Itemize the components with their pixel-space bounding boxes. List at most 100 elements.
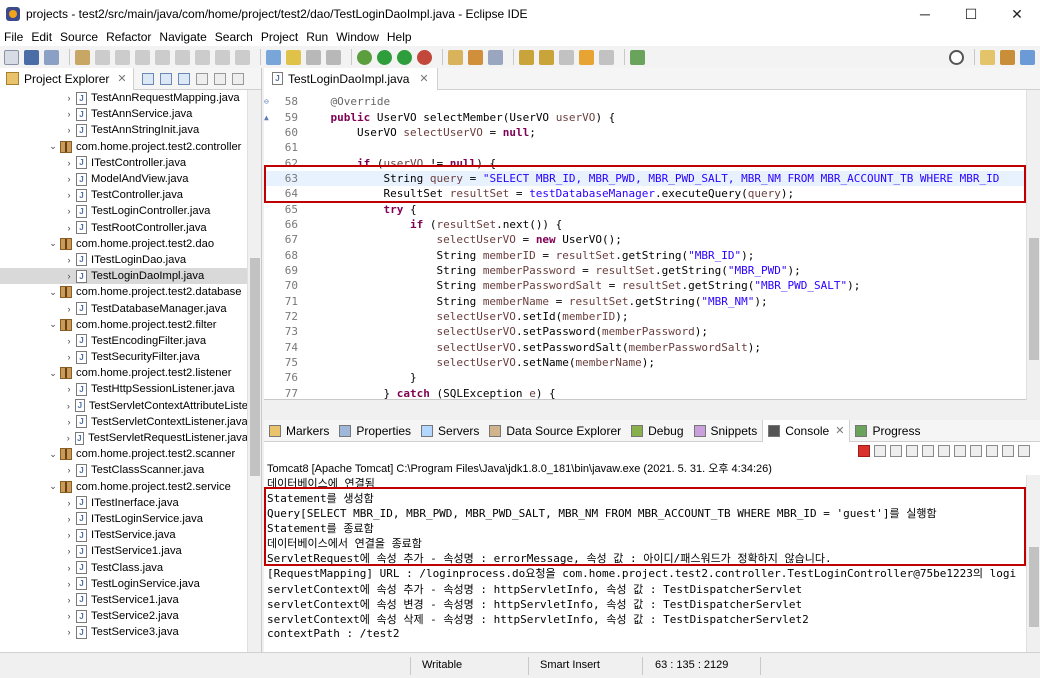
close-icon[interactable]: ✕ — [117, 72, 126, 85]
menu-refactor[interactable]: Refactor — [102, 30, 155, 44]
terminate-icon[interactable] — [858, 445, 870, 457]
collapse-arrow-icon[interactable]: ⌄ — [48, 287, 58, 298]
menu-window[interactable]: Window — [332, 30, 383, 44]
tree-file-item[interactable]: › J TestAnnService.java — [0, 106, 248, 122]
expand-arrow-icon[interactable]: › — [64, 109, 74, 119]
expand-arrow-icon[interactable]: › — [64, 579, 74, 589]
forward-icon[interactable] — [599, 49, 614, 65]
minimize-view-icon[interactable] — [213, 72, 226, 85]
tree-file-item[interactable]: › J TestLoginController.java — [0, 203, 248, 219]
tree-file-item[interactable]: › J ITestService1.java — [0, 543, 248, 559]
back-icon[interactable] — [579, 49, 594, 65]
tree-file-item[interactable]: › J TestRootController.java — [0, 220, 248, 236]
open-perspective-icon[interactable] — [980, 49, 995, 65]
tree-file-item[interactable]: › J TestServletContextAttributeListe — [0, 398, 248, 414]
expand-arrow-icon[interactable]: › — [64, 417, 74, 427]
tree-file-item[interactable]: › J ModelAndView.java — [0, 171, 248, 187]
tree-package-item[interactable]: ⌄ com.home.project.test2.filter — [0, 317, 248, 333]
save-all-icon[interactable] — [44, 49, 59, 65]
show-on-output-icon[interactable] — [954, 445, 966, 457]
code-line[interactable]: 61 — [264, 140, 1026, 155]
menu-search[interactable]: Search — [211, 30, 257, 44]
expand-arrow-icon[interactable]: › — [64, 336, 74, 346]
tab-debug[interactable]: Debug — [626, 420, 688, 442]
code-line[interactable]: 76 } — [264, 370, 1026, 385]
tab-markers[interactable]: Markers — [264, 420, 334, 442]
block-selection-icon[interactable] — [306, 49, 321, 65]
expand-arrow-icon[interactable]: › — [64, 206, 74, 216]
code-line[interactable]: 75 selectUserVO.setName(memberName); — [264, 355, 1026, 370]
tree-file-item[interactable]: › J TestAnnRequestMapping.java — [0, 90, 248, 106]
collapse-arrow-icon[interactable]: ⌄ — [48, 449, 58, 460]
collapse-arrow-icon[interactable]: ⌄ — [48, 481, 58, 492]
tree-package-item[interactable]: ⌄ com.home.project.test2.database — [0, 284, 248, 300]
menu-run[interactable]: Run — [302, 30, 332, 44]
tree-file-item[interactable]: › J ITestService.java — [0, 527, 248, 543]
expand-arrow-icon[interactable]: › — [64, 255, 74, 265]
tree-file-item[interactable]: › J TestLoginDaoImpl.java — [0, 268, 248, 285]
code-line[interactable]: 60 UserVO selectUserVO = null; — [264, 125, 1026, 140]
collapse-arrow-icon[interactable]: ⌄ — [48, 238, 58, 249]
java-ee-perspective-icon[interactable] — [1000, 49, 1015, 65]
menu-navigate[interactable]: Navigate — [155, 30, 210, 44]
open-task-icon[interactable] — [488, 49, 503, 65]
run-icon[interactable] — [377, 49, 392, 65]
tree-file-item[interactable]: › J TestHttpSessionListener.java — [0, 381, 248, 397]
new-package-icon[interactable] — [468, 49, 483, 65]
tab-data-source-explorer[interactable]: Data Source Explorer — [484, 420, 626, 442]
tab-progress[interactable]: Progress — [850, 420, 925, 442]
code-line[interactable]: 68 String memberID = resultSet.getString… — [264, 247, 1026, 262]
expand-arrow-icon[interactable]: › — [64, 384, 74, 394]
expand-arrow-icon[interactable]: › — [64, 304, 74, 314]
external-tools-icon[interactable] — [417, 49, 432, 65]
view-menu-icon[interactable] — [195, 72, 208, 85]
collapse-all-icon[interactable] — [141, 72, 154, 85]
tab-properties[interactable]: Properties — [334, 420, 416, 442]
pin-editor-icon[interactable] — [630, 49, 645, 65]
resume-icon[interactable] — [115, 49, 130, 65]
code-line[interactable]: ⊖ 58 @Override — [264, 94, 1026, 109]
project-explorer-tab[interactable]: Project Explorer ✕ — [0, 67, 134, 90]
tree-file-item[interactable]: › J TestDatabaseManager.java — [0, 300, 248, 316]
expand-arrow-icon[interactable]: › — [64, 433, 73, 443]
minimize-button[interactable]: ─ — [902, 0, 948, 28]
expand-arrow-icon[interactable]: › — [64, 125, 74, 135]
remove-all-terminated-icon[interactable] — [890, 445, 902, 457]
collapse-arrow-icon[interactable]: ⌄ — [48, 319, 58, 330]
tree-file-item[interactable]: › J TestEncodingFilter.java — [0, 333, 248, 349]
menu-file[interactable]: File — [0, 30, 27, 44]
console-scrollbar[interactable] — [1026, 475, 1040, 652]
tree-file-item[interactable]: › J ITestLoginDao.java — [0, 252, 248, 268]
expand-arrow-icon[interactable]: › — [64, 514, 74, 524]
suspend-icon[interactable] — [135, 49, 150, 65]
pin-console-icon[interactable] — [986, 445, 998, 457]
code-line[interactable]: 70 String memberPasswordSalt = resultSet… — [264, 278, 1026, 293]
expand-arrow-icon[interactable]: › — [64, 93, 74, 103]
close-button[interactable]: ✕ — [994, 0, 1040, 28]
code-line[interactable]: ▲ 59 public UserVO selectMember(UserVO us… — [264, 109, 1026, 124]
expand-arrow-icon[interactable]: › — [64, 546, 74, 556]
menu-source[interactable]: Source — [56, 30, 102, 44]
tab-console[interactable]: Console ✕ — [762, 419, 851, 442]
filter-icon[interactable] — [177, 72, 190, 85]
expand-arrow-icon[interactable]: › — [64, 174, 74, 184]
tree-file-item[interactable]: › J TestService2.java — [0, 608, 248, 624]
editor-scrollbar[interactable] — [1026, 90, 1040, 400]
tree-package-item[interactable]: ⌄ com.home.project.test2.controller — [0, 139, 248, 155]
menu-help[interactable]: Help — [383, 30, 416, 44]
code-line[interactable]: 71 String memberName = resultSet.getStri… — [264, 293, 1026, 308]
tree-file-item[interactable]: › J TestAnnStringInit.java — [0, 122, 248, 138]
tree-file-item[interactable]: › J TestClassScanner.java — [0, 462, 248, 478]
skip-breakpoints-icon[interactable] — [95, 49, 110, 65]
expand-arrow-icon[interactable]: › — [64, 401, 73, 411]
tree-scrollbar[interactable] — [247, 90, 261, 652]
tree-file-item[interactable]: › J TestLoginService.java — [0, 576, 248, 592]
close-icon[interactable]: ✕ — [835, 424, 844, 437]
tree-file-item[interactable]: › J TestServletContextListener.java — [0, 414, 248, 430]
open-type-icon[interactable] — [75, 49, 90, 65]
expand-arrow-icon[interactable]: › — [64, 352, 74, 362]
line-marker-icon[interactable]: ⊖ — [264, 97, 272, 106]
debug-icon[interactable] — [357, 49, 372, 65]
tree-file-item[interactable]: › J ITestInerface.java — [0, 495, 248, 511]
last-edit-icon[interactable] — [559, 49, 574, 65]
